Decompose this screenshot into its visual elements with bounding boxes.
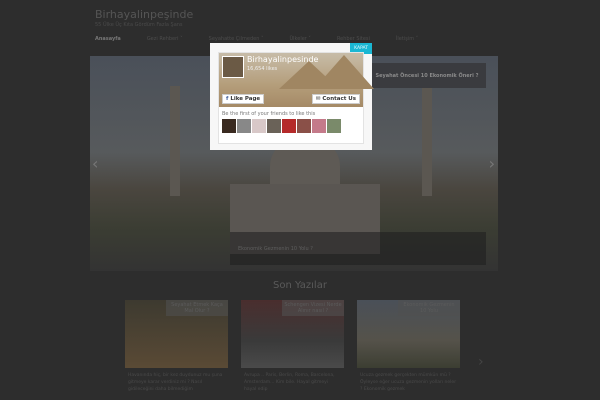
carousel-next-icon[interactable]: ›	[478, 354, 484, 370]
main-nav: Anasayfa Gezi Rehberi ˅ Seyahatte Çilmed…	[95, 36, 418, 42]
post-image[interactable]: Seyahat Etmek Kaça Mal Olur ?	[125, 300, 228, 368]
post-card[interactable]: Ekonomik Gezmenin 10 Yolu Ucuza gezmek g…	[357, 300, 460, 393]
nav-item-travel[interactable]: Seyahatte Çilmeden ˅	[209, 36, 264, 42]
post-excerpt: Ucuza gezmek gerçekten mümkün mü ? Öyley…	[360, 373, 457, 392]
post-image[interactable]: Schengen Vizesi Nerde Alınır nasıl ?	[241, 300, 344, 368]
facebook-page-widget: Birhayalinpesinde 16,654 likes f Like Pa…	[218, 52, 374, 144]
pyramid-image	[314, 55, 374, 89]
post-excerpt: Havanında hiç, bir kez duydunuz mu şuna …	[128, 373, 223, 392]
post-card[interactable]: Seyahat Etmek Kaça Mal Olur ? Havanında …	[125, 300, 228, 393]
contact-us-button[interactable]: ✉ Contact Us	[311, 94, 360, 104]
nav-item-site[interactable]: Rehber Sitesi	[337, 36, 370, 42]
avatar[interactable]	[252, 119, 266, 133]
avatar[interactable]	[312, 119, 326, 133]
nav-item-home[interactable]: Anasayfa	[95, 36, 121, 42]
nav-item-countries[interactable]: Ülkeler ˅	[289, 36, 310, 42]
post-image[interactable]: Ekonomik Gezmenin 10 Yolu	[357, 300, 460, 368]
page-name[interactable]: Birhayalinpesinde	[247, 55, 318, 64]
slider-next-icon[interactable]: ›	[489, 154, 495, 173]
contact-us-label: Contact Us	[322, 96, 356, 102]
avatar[interactable]	[297, 119, 311, 133]
avatar[interactable]	[282, 119, 296, 133]
avatar[interactable]	[222, 119, 236, 133]
minaret	[170, 86, 180, 196]
site-title[interactable]: Birhayalinpeşinde	[95, 8, 193, 21]
slider-caption[interactable]: Ekonomik Gezmenin 10 Yolu ?	[230, 232, 486, 265]
site-tagline: 55 Ülke Üç Kıta Gördüm Fazla Şans	[95, 22, 183, 28]
avatar[interactable]	[237, 119, 251, 133]
like-page-label: Like Page	[230, 96, 261, 102]
profile-picture[interactable]	[222, 56, 244, 78]
post-card[interactable]: Schengen Vizesi Nerde Alınır nasıl ? Avr…	[241, 300, 344, 393]
nav-item-guide[interactable]: Gezi Rehberi ˅	[147, 36, 183, 42]
post-title[interactable]: Schengen Vizesi Nerde Alınır nasıl ?	[282, 300, 344, 316]
slider-prev-icon[interactable]: ‹	[92, 154, 98, 173]
friend-avatars	[219, 119, 363, 133]
avatar[interactable]	[327, 119, 341, 133]
page-likes: 16,654 likes	[247, 66, 278, 72]
nav-item-contact[interactable]: İletişim ˅	[396, 36, 418, 42]
slider-side-title[interactable]: Seyahat Öncesi 10 Ekonomik Öneri ?	[368, 63, 486, 88]
facebook-popup: KAPAT Birhayalinpesinde 16,654 likes f L…	[210, 43, 374, 150]
like-page-button[interactable]: f Like Page	[222, 94, 265, 104]
avatar[interactable]	[267, 119, 281, 133]
minaret	[422, 86, 432, 196]
cover-photo[interactable]: Birhayalinpesinde 16,654 likes f Like Pa…	[219, 53, 374, 107]
friends-text: Be the first of your friends to like thi…	[222, 111, 316, 117]
post-title[interactable]: Ekonomik Gezmenin 10 Yolu	[398, 300, 460, 316]
section-title: Son Yazılar	[273, 280, 327, 291]
post-title[interactable]: Seyahat Etmek Kaça Mal Olur ?	[166, 300, 228, 316]
post-excerpt: Avrupa .. Paris, Berlin, Roma, Barcelona…	[244, 373, 335, 392]
